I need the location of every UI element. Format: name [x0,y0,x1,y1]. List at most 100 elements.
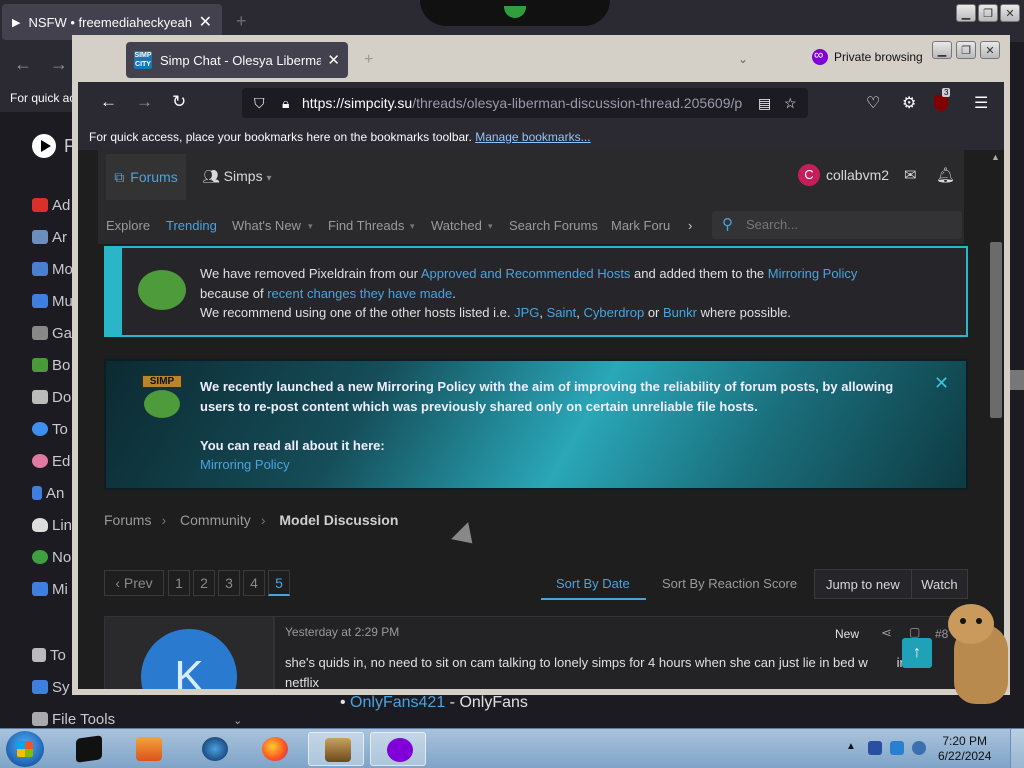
sidebar-item-an[interactable]: An [32,485,64,502]
page-4-button[interactable]: 4 [243,570,265,596]
sidebar-item-ad[interactable]: Ad [32,197,70,214]
scrollbar-thumb[interactable] [990,242,1002,418]
sidebar-item-no[interactable]: No [32,549,71,566]
new-tab-button[interactable]: + [236,11,247,32]
close-window-button[interactable]: ✕ [980,41,1000,59]
subnav-explore[interactable]: Explore [106,218,150,233]
share-icon[interactable]: ⋖ [881,625,892,641]
system-clock[interactable]: 7:20 PM 6/22/2024 [938,734,991,764]
minimize-button[interactable]: ▁ [932,41,952,59]
taskbar-app-media[interactable] [120,732,176,766]
recent-changes-link[interactable]: recent changes they have made [267,286,452,301]
sidebar-item-file-tools[interactable]: File Tools ⌄ [32,711,242,728]
sidebar-item-tools[interactable]: To [32,647,66,664]
scroll-to-top-button[interactable]: ↑ [902,638,932,668]
scroll-up-icon[interactable]: ▲ [991,152,1000,162]
outer-scrollbar-thumb[interactable] [1010,370,1024,390]
tray-app-icon[interactable] [868,741,882,755]
show-desktop-button[interactable] [1010,729,1024,768]
jpg-link[interactable]: JPG [514,305,539,320]
sidebar-item-do[interactable]: Do [32,389,71,406]
cyberdrop-link[interactable]: Cyberdrop [584,305,645,320]
user-menu[interactable]: C collabvm2 [798,164,889,186]
start-button[interactable] [6,731,44,767]
page-5-button[interactable]: 5 [268,570,290,596]
front-tab[interactable]: SIMP CITY Simp Chat - Olesya Liberman - … [126,42,348,78]
sidebar-item-mo[interactable]: Mo [32,261,73,278]
mail-icon[interactable]: ✉ [904,166,917,184]
lock-icon[interactable]: 🔒︎ [282,95,289,112]
nav-forums[interactable]: ⧉ Forums [106,154,186,200]
url-input[interactable]: https://simpcity.su/threads/olesya-liber… [242,88,808,118]
mirroring-policy-link[interactable]: Mirroring Policy [768,266,858,281]
subnav-watched[interactable]: Watched [431,218,482,233]
shield-icon[interactable]: ⛉ [254,95,265,112]
sidebar-item-bo[interactable]: Bo [32,357,70,374]
list-tabs-chevron-icon[interactable]: ⌄ [738,52,748,66]
network-icon[interactable] [890,741,904,755]
close-window-button[interactable]: ✕ [1000,4,1020,22]
manage-bookmarks-link[interactable]: Manage bookmarks... [475,130,590,144]
breadcrumb-community[interactable]: Community [180,512,251,528]
show-hidden-icons-chevron-icon[interactable]: ▲ [846,741,856,752]
bookmark-icon[interactable]: ▢ [909,625,920,639]
sidebar-item-mu[interactable]: Mu [32,293,73,310]
maximize-button[interactable]: ❐ [956,41,976,59]
forward-arrow-icon[interactable]: → [50,54,68,75]
play-logo-icon[interactable] [32,134,56,158]
search-input[interactable]: ⚲ Search... [712,211,962,239]
scroll-right-chevron-icon[interactable]: › [688,218,692,233]
sidebar-item-lin[interactable]: Lin [32,517,72,534]
volume-icon[interactable] [912,741,926,755]
taskbar-app-black[interactable] [60,732,116,766]
sidebar-item-mi[interactable]: Mi [32,581,68,598]
minimize-button[interactable]: ▁ [956,4,976,22]
sidebar-item-sy[interactable]: Sy [32,679,70,696]
ublock-icon[interactable]: 3 [934,88,951,111]
back-arrow-icon[interactable]: ← [100,92,117,112]
jump-to-new-button[interactable]: Jump to new [815,570,912,598]
post-date[interactable]: Yesterday at 2:29 PM [285,625,399,639]
taskbar-app-globe[interactable] [186,732,242,766]
breadcrumb-forums[interactable]: Forums [104,512,151,528]
reload-icon[interactable]: ↻ [172,92,186,112]
avatar[interactable]: K [141,629,237,689]
new-tab-button[interactable]: + [364,51,373,69]
sidebar-item-ga[interactable]: Ga [32,325,72,342]
menu-icon[interactable]: ☰ [974,93,988,113]
close-icon[interactable]: ✕ [934,373,949,394]
approved-hosts-link[interactable]: Approved and Recommended Hosts [421,266,631,281]
close-tab-icon[interactable]: ✕ [199,12,212,32]
page-2-button[interactable]: 2 [193,570,215,596]
watch-button[interactable]: Watch [912,570,967,598]
forward-arrow-icon[interactable]: → [136,92,153,112]
bookmark-star-icon[interactable]: ☆ [784,95,797,112]
taskbar-app-box[interactable] [308,732,364,766]
breadcrumb-model-discussion[interactable]: Model Discussion [279,512,398,528]
subnav-trending[interactable]: Trending [166,218,217,233]
prev-page-button[interactable]: ‹ Prev [104,570,164,596]
subnav-whats-new[interactable]: What's New [232,218,301,233]
page-1-button[interactable]: 1 [168,570,190,596]
extensions-icon[interactable]: ⚙ [902,93,916,113]
sidebar-item-ed[interactable]: Ed [32,453,70,470]
taskbar-app-firefox[interactable] [246,732,302,766]
pocket-icon[interactable]: ♡ [866,93,880,113]
close-tab-icon[interactable]: ✕ [327,51,340,69]
maximize-button[interactable]: ❐ [978,4,998,22]
taskbar-app-private-firefox[interactable] [370,732,426,766]
back-arrow-icon[interactable]: ← [14,54,32,75]
nav-simps[interactable]: 👥︎ Simps ▾ [202,168,272,185]
subnav-find-threads[interactable]: Find Threads [328,218,404,233]
page-3-button[interactable]: 3 [218,570,240,596]
bell-icon[interactable]: 🔔︎ [936,166,955,184]
bunkr-link[interactable]: Bunkr [663,305,697,320]
saint-link[interactable]: Saint [547,305,577,320]
sidebar-item-ar[interactable]: Ar [32,229,67,246]
mirroring-policy-link[interactable]: Mirroring Policy [200,457,290,472]
sort-by-reaction-tab[interactable]: Sort By Reaction Score [662,576,797,591]
subnav-mark-forums-read[interactable]: Mark Foru [611,218,670,233]
sidebar-item-to[interactable]: To [32,421,68,438]
reader-view-icon[interactable]: ▤ [758,95,771,112]
subnav-search-forums[interactable]: Search Forums [509,218,598,233]
